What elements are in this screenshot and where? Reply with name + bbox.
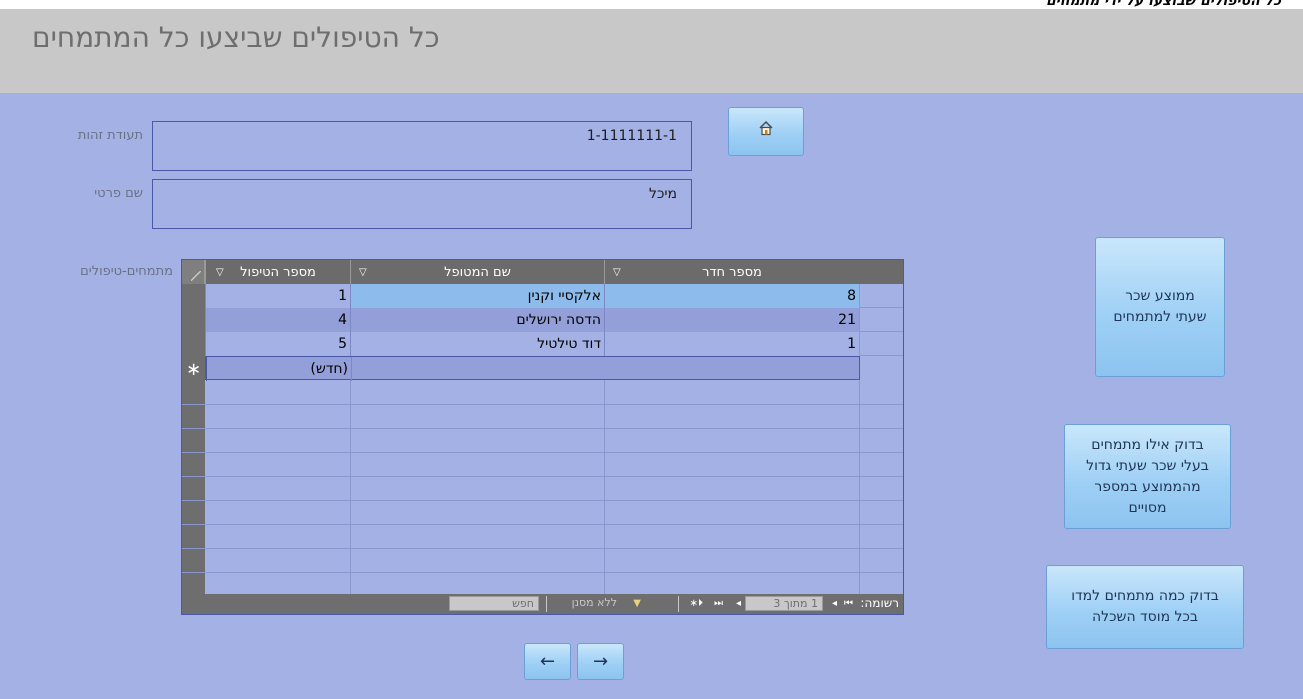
header-filler bbox=[859, 260, 903, 284]
table-row[interactable]: 5 דוד טילטיל 1 bbox=[205, 332, 903, 356]
grid-row-line bbox=[182, 548, 903, 549]
cell-room[interactable]: 21 bbox=[604, 308, 859, 332]
record-label: רשומה: bbox=[860, 596, 899, 610]
column-header-label: מספר הטיפול bbox=[240, 264, 316, 280]
cell-treatment-no[interactable]: 4 bbox=[205, 308, 350, 332]
select-all-corner[interactable] bbox=[182, 260, 205, 284]
record-navigation-bar: רשומה: ⏮ ◂ 1 מתוך 3 ◂ ⏭ ⏵∗ ▼ ללא מסנן חפ… bbox=[182, 594, 903, 614]
column-header-room[interactable]: מספר חדר ▽ bbox=[604, 260, 859, 284]
id-label: תעודת זהות bbox=[77, 128, 143, 143]
top-strip-title: כל הטיפולים שבוצעו על ידי מתמחים bbox=[1045, 0, 1281, 9]
next-record-icon[interactable]: ◂ bbox=[736, 596, 741, 612]
new-record-nav-icon[interactable]: ⏵∗ bbox=[690, 596, 703, 612]
check-per-institution-button[interactable]: בדוק כמה מתמחים למדו בכל מוסד השכלה bbox=[1046, 565, 1244, 649]
table-row[interactable]: 1 אלקסיי וקנין 8 bbox=[205, 284, 903, 308]
table-row[interactable]: 4 הדסה ירושלים 21 bbox=[205, 308, 903, 332]
first-name-field[interactable]: מיכל bbox=[152, 179, 692, 229]
arrow-right-icon: → bbox=[592, 651, 609, 672]
top-strip: כל הטיפולים שבוצעו על ידי מתמחים bbox=[0, 0, 1303, 9]
subform-label: מתמחים-טיפולים bbox=[80, 264, 173, 279]
previous-record-icon[interactable]: ◂ bbox=[832, 596, 837, 612]
nav-separator bbox=[678, 596, 679, 612]
cell-treatment-no[interactable]: 1 bbox=[205, 284, 350, 308]
home-button[interactable] bbox=[728, 107, 804, 156]
column-header-label: שם המטופל bbox=[444, 264, 511, 280]
page-title: כל הטיפולים שביצעו כל המתמחים bbox=[32, 21, 440, 54]
avg-wage-button-label: ממוצע שכר שעתי למתמחים bbox=[1113, 286, 1206, 328]
no-filter-label[interactable]: ללא מסנן bbox=[568, 596, 621, 611]
button-line: בדוק אילו מתמחים bbox=[1091, 436, 1204, 453]
new-record-row[interactable]: (חדש) bbox=[205, 356, 860, 381]
new-record-star-icon: ∗ bbox=[185, 359, 202, 380]
form-header: כל הטיפולים שביצעו כל המתמחים bbox=[0, 9, 1303, 93]
cell-treatment-no[interactable]: 5 bbox=[205, 332, 350, 356]
cell-patient[interactable]: הדסה ירושלים bbox=[350, 308, 604, 332]
button-line: בדוק כמה מתמחים למדו bbox=[1071, 588, 1219, 604]
search-input[interactable]: חפש bbox=[449, 596, 539, 611]
avg-wage-button[interactable]: ממוצע שכר שעתי למתמחים bbox=[1095, 237, 1225, 377]
grid-row-line bbox=[182, 524, 903, 525]
cell-room[interactable]: 1 bbox=[604, 332, 859, 356]
grid-row-line bbox=[182, 476, 903, 477]
grid-row-line bbox=[182, 452, 903, 453]
corner-glyph bbox=[191, 271, 201, 281]
cell-patient[interactable]: אלקסיי וקנין bbox=[350, 284, 604, 308]
column-header-treatment-no[interactable]: מספר הטיפול ▽ bbox=[205, 260, 350, 284]
button-line: ממוצע שכר bbox=[1125, 288, 1195, 304]
button-line: מהממוצע במספר bbox=[1094, 478, 1201, 495]
previous-button[interactable]: ← bbox=[524, 643, 571, 680]
check-per-institution-button-label: בדוק כמה מתמחים למדו בכל מוסד השכלה bbox=[1071, 586, 1219, 628]
last-record-icon[interactable]: ⏭ bbox=[714, 596, 723, 612]
filter-icon[interactable]: ▼ bbox=[633, 596, 641, 612]
next-button[interactable]: → bbox=[577, 643, 624, 680]
new-record-label[interactable]: (חדש) bbox=[206, 357, 351, 381]
grid-row-line bbox=[182, 572, 903, 573]
record-selector-column[interactable] bbox=[182, 260, 205, 594]
button-line: בכל מוסד השכלה bbox=[1092, 609, 1198, 625]
cell-room[interactable]: 8 bbox=[604, 284, 859, 308]
first-record-icon[interactable]: ⏮ bbox=[844, 596, 853, 612]
button-line: שעתי למתמחים bbox=[1113, 309, 1207, 325]
arrow-left-icon: ← bbox=[539, 651, 556, 672]
column-header-patient[interactable]: שם המטופל ▽ bbox=[350, 260, 604, 284]
check-above-average-button[interactable]: בדוק אילו מתמחים בעלי שכר שעתי גדול מהממ… bbox=[1064, 424, 1231, 529]
button-line: בעלי שכר שעתי גדול bbox=[1086, 457, 1209, 474]
button-line: מסויים bbox=[1128, 499, 1167, 516]
grid-row-line bbox=[182, 404, 903, 405]
id-field[interactable]: 1-1111111-1 bbox=[152, 121, 692, 171]
grid-row-line bbox=[182, 500, 903, 501]
nav-separator bbox=[546, 596, 547, 612]
datasheet-body: מספר הטיפול ▽ שם המטופל ▽ מספר חדר ▽ 1 א… bbox=[182, 260, 903, 594]
cell-patient[interactable]: דוד טילטיל bbox=[350, 332, 604, 356]
record-position-input[interactable]: 1 מתוך 3 bbox=[745, 596, 823, 611]
column-header-label: מספר חדר bbox=[702, 264, 762, 280]
grid-row-line bbox=[182, 428, 903, 429]
sort-arrow-icon[interactable]: ▽ bbox=[359, 267, 367, 278]
home-icon bbox=[757, 119, 775, 144]
sort-arrow-icon[interactable]: ▽ bbox=[216, 267, 224, 278]
sort-arrow-icon[interactable]: ▽ bbox=[613, 267, 621, 278]
check-above-average-button-label: בדוק אילו מתמחים בעלי שכר שעתי גדול מהממ… bbox=[1086, 435, 1209, 519]
treatments-datasheet[interactable]: מספר הטיפול ▽ שם המטופל ▽ מספר חדר ▽ 1 א… bbox=[181, 259, 904, 615]
cell-patient-new[interactable] bbox=[351, 357, 605, 381]
first-name-label: שם פרטי bbox=[94, 186, 143, 201]
